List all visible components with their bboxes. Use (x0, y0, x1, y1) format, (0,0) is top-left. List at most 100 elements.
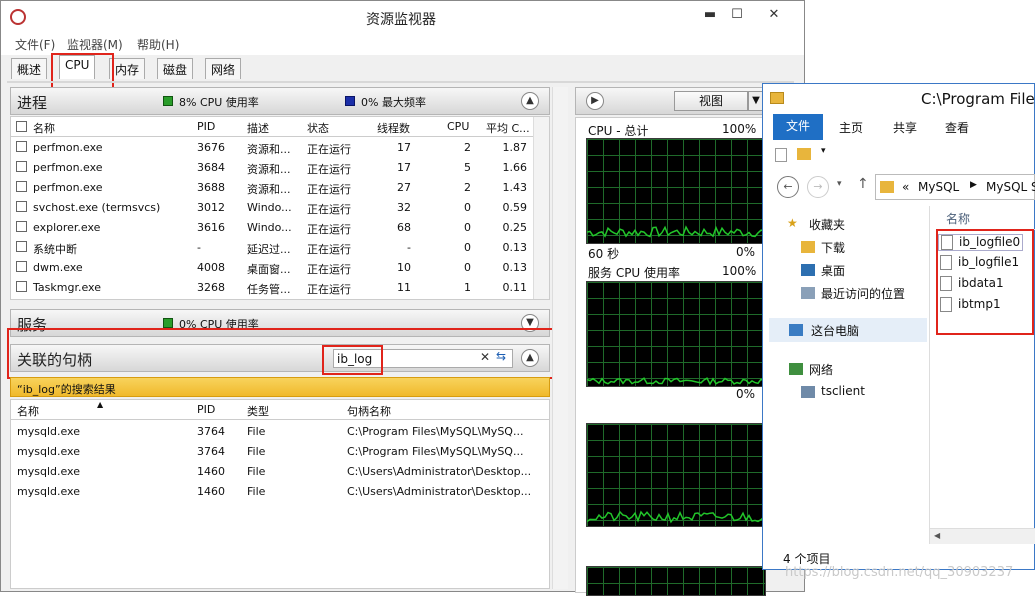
service-cpu-graph (586, 281, 766, 387)
scroll-left-icon[interactable]: ◀ (934, 531, 940, 540)
search-result-text: “ib_log”的搜索结果 (17, 383, 116, 396)
process-pid: 3268 (197, 281, 225, 294)
handle-row[interactable]: mysqld.exe 3764 File C:\Program Files\MySQL… (11, 441, 549, 461)
address-separator: « (902, 180, 910, 194)
file-hscrollbar[interactable]: ◀ (930, 528, 1035, 544)
col-status[interactable]: 状态 (307, 120, 329, 136)
col-handle-type[interactable]: 类型 (247, 403, 269, 419)
process-avg-cpu: 0.11 (502, 281, 528, 294)
col-threads[interactable]: 线程数 (377, 120, 410, 136)
col-handle-name[interactable]: 名称 (17, 403, 39, 419)
process-row[interactable]: svchost.exe (termsvcs) 3012 Windo... 正在运行 32… (11, 197, 533, 217)
process-name: Taskmgr.exe (33, 281, 101, 294)
tab-overview[interactable]: 概述 (11, 58, 48, 79)
process-checkbox[interactable] (16, 201, 27, 212)
address-bar[interactable]: « MySQL ▶ MySQL S (875, 174, 1035, 200)
view-button[interactable]: 视图 (674, 91, 748, 111)
collapse-up-icon[interactable]: ▲ (521, 92, 539, 110)
nav-network[interactable]: 网络 (789, 361, 833, 378)
ribbon-tab-file[interactable]: 文件 (773, 114, 823, 140)
address-crumb-mysql-server[interactable]: MySQL S (986, 180, 1035, 194)
process-pid: 4008 (197, 261, 225, 274)
cpu-total-max: 100% (722, 122, 757, 136)
col-avg-cpu[interactable]: 平均 C... (486, 120, 530, 136)
main-scrollbar[interactable] (552, 87, 568, 589)
resource-monitor-icon (10, 9, 26, 25)
col-handle-path[interactable]: 句柄名称 (347, 403, 391, 419)
customize-toolbar-icon[interactable]: ▾ (821, 146, 826, 156)
process-checkbox[interactable] (16, 181, 27, 192)
process-checkbox[interactable] (16, 281, 27, 292)
max-frequency-legend-icon (345, 96, 355, 106)
col-pid[interactable]: PID (197, 120, 215, 133)
process-row[interactable]: dwm.exe 4008 桌面窗... 正在运行 10 0 0.13 (11, 257, 533, 277)
process-cpu: 1 (464, 281, 471, 294)
nav-recent-places[interactable]: 最近访问的位置 (801, 285, 905, 302)
address-crumb-mysql[interactable]: MySQL (918, 180, 959, 194)
process-status: 正在运行 (307, 143, 351, 156)
process-row[interactable]: perfmon.exe 3676 资源和... 正在运行 17 2 1.87 (11, 137, 533, 157)
nav-desktop[interactable]: 桌面 (801, 262, 845, 279)
quick-access-toolbar: ▾ (763, 140, 1034, 170)
process-checkbox[interactable] (16, 241, 27, 252)
ribbon-tab-share[interactable]: 共享 (893, 119, 917, 136)
process-row[interactable]: perfmon.exe 3688 资源和... 正在运行 27 2 1.43 (11, 177, 533, 197)
ribbon-tab-home[interactable]: 主页 (839, 119, 863, 136)
select-all-checkbox[interactable] (16, 121, 27, 132)
tab-disk[interactable]: 磁盘 (157, 58, 194, 79)
recent-locations-icon[interactable]: ▾ (837, 179, 842, 189)
nav-downloads[interactable]: 下载 (801, 239, 845, 256)
new-folder-icon[interactable] (797, 148, 811, 160)
menu-monitor[interactable]: 监视器(M) (67, 36, 123, 53)
tab-memory[interactable]: 内存 (109, 58, 146, 79)
col-handle-pid[interactable]: PID (197, 403, 215, 416)
nav-this-pc[interactable]: 这台电脑 (769, 318, 927, 342)
process-row[interactable]: perfmon.exe 3684 资源和... 正在运行 17 5 1.66 (11, 157, 533, 177)
back-icon[interactable]: ← (777, 176, 799, 198)
handle-process-name: mysqld.exe (17, 425, 80, 438)
col-cpu[interactable]: CPU (447, 120, 469, 133)
nav-favorites[interactable]: ★ 收藏夹 (787, 216, 845, 233)
services-cpu-legend-icon (163, 318, 173, 328)
process-status: 正在运行 (307, 223, 351, 236)
processes-max-frequency: 0% 最大频率 (361, 96, 426, 109)
menu-bar: 文件(F) 监视器(M) 帮助(H) (1, 33, 804, 55)
tab-network[interactable]: 网络 (205, 58, 242, 79)
graphs-expand-icon[interactable]: ▶ (586, 92, 604, 110)
process-avg-cpu: 0.25 (502, 221, 528, 234)
process-row[interactable]: explorer.exe 3616 Windo... 正在运行 68 0 0.25 (11, 217, 533, 237)
processes-header[interactable]: 进程 8% CPU 使用率 0% 最大频率 ▲ (10, 87, 550, 115)
recent-places-icon (801, 287, 815, 299)
process-checkbox[interactable] (16, 261, 27, 272)
close-button[interactable]: ✕ (759, 5, 789, 25)
col-description[interactable]: 描述 (247, 120, 269, 136)
file-column-name[interactable]: 名称 (946, 210, 970, 227)
forward-icon[interactable]: → (807, 176, 829, 198)
processes-scrollbar[interactable] (533, 117, 549, 299)
process-row[interactable]: 系统中断 - 延迟过... 正在运行 - 0 0.13 (11, 237, 533, 257)
process-threads: 10 (397, 261, 411, 274)
menu-file[interactable]: 文件(F) (15, 36, 55, 53)
folder-icon (770, 92, 784, 104)
process-checkbox[interactable] (16, 221, 27, 232)
up-icon[interactable]: ↑ (857, 176, 869, 192)
maximize-button[interactable]: ☐ (723, 5, 751, 25)
process-name: svchost.exe (termsvcs) (33, 201, 161, 214)
nav-tsclient[interactable]: tsclient (801, 384, 865, 398)
handle-path: C:\Users\Administrator\Desktop... (347, 465, 532, 478)
process-checkbox[interactable] (16, 161, 27, 172)
minimize-button[interactable]: ▬ (696, 5, 724, 25)
process-pid: 3676 (197, 141, 225, 154)
process-row[interactable]: Taskmgr.exe 3268 任务管... 正在运行 11 1 0.11 (11, 277, 533, 297)
process-avg-cpu: 0.13 (502, 261, 528, 274)
menu-help[interactable]: 帮助(H) (137, 36, 179, 53)
properties-icon[interactable] (775, 148, 787, 162)
handle-row[interactable]: mysqld.exe 1460 File C:\Users\Administrator… (11, 481, 549, 501)
handle-row[interactable]: mysqld.exe 3764 File C:\Program Files\MySQL… (11, 421, 549, 441)
process-checkbox[interactable] (16, 141, 27, 152)
ribbon-tab-view[interactable]: 查看 (945, 119, 969, 136)
process-avg-cpu: 0.59 (502, 201, 528, 214)
handle-row[interactable]: mysqld.exe 1460 File C:\Users\Administrator… (11, 461, 549, 481)
col-name[interactable]: 名称 (33, 120, 55, 136)
handle-path: C:\Users\Administrator\Desktop... (347, 485, 532, 498)
